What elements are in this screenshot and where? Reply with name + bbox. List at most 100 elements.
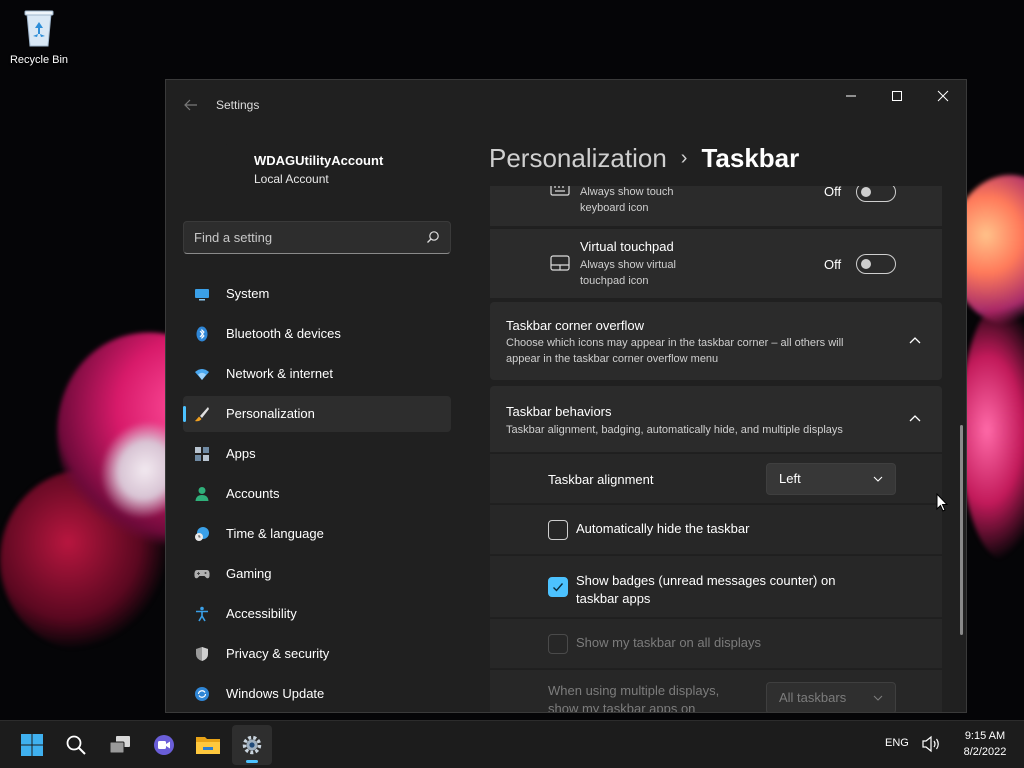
person-icon (195, 487, 209, 501)
recycle-bin-icon (24, 10, 54, 47)
language-indicator[interactable]: ENG (885, 737, 909, 749)
chat-button[interactable] (144, 725, 184, 765)
folder-icon (196, 737, 220, 754)
sidebar-item-time-language[interactable]: Time & language (183, 516, 451, 552)
sidebar-item-label: Privacy & security (226, 646, 330, 661)
arrow-left-icon (184, 99, 197, 111)
sidebar-item-accounts[interactable]: Accounts (183, 476, 451, 512)
taskbar-search-button[interactable] (56, 725, 96, 765)
clock-time: 9:15 AM (964, 730, 1006, 742)
close-button[interactable] (920, 80, 966, 112)
start-button[interactable] (12, 725, 52, 765)
search-box[interactable] (183, 221, 451, 254)
chevron-up-icon[interactable] (908, 334, 922, 348)
multi-display-label: When using multiple displays, show my ta… (548, 683, 720, 713)
sidebar-item-label: Time & language (226, 526, 324, 541)
sidebar-item-label: Windows Update (226, 686, 325, 701)
sidebar-nav: System Bluetooth & devices Network & int… (183, 276, 451, 712)
sidebar-item-privacy[interactable]: Privacy & security (183, 636, 451, 672)
all-displays-checkbox[interactable] (548, 634, 568, 654)
gear-icon (242, 735, 262, 755)
taskbar-behaviors-desc: Taskbar alignment, badging, automaticall… (506, 424, 843, 436)
settings-taskbar-button[interactable] (232, 725, 272, 765)
page-title: Taskbar (701, 142, 800, 173)
sidebar-item-system[interactable]: System (183, 276, 451, 312)
account-profile[interactable]: WDAGUtilityAccount Local Account (182, 142, 452, 206)
sidebar-item-label: Personalization (226, 406, 315, 421)
account-name: WDAGUtilityAccount (254, 153, 384, 168)
file-explorer-button[interactable] (188, 725, 228, 765)
desktop-icon-label: Recycle Bin (9, 54, 69, 66)
taskbar: ENG 9:15 AM 8/2/2022 (0, 720, 1024, 768)
search-icon (66, 735, 86, 755)
apps-icon (195, 447, 209, 461)
chevron-down-icon (873, 476, 883, 482)
auto-hide-row: Automatically hide the taskbar (490, 504, 942, 554)
virtual-touchpad-desc: Always show virtual touchpad icon (580, 259, 676, 287)
virtual-touchpad-title: Virtual touchpad (580, 239, 674, 254)
checkmark-icon (553, 583, 564, 592)
touch-keyboard-toggle[interactable] (856, 186, 896, 202)
maximize-button[interactable] (874, 80, 920, 112)
corner-overflow-desc: Choose which icons may appear in the tas… (506, 337, 844, 365)
touch-keyboard-desc: Always show touch keyboard icon (580, 186, 674, 214)
auto-hide-checkbox[interactable] (548, 520, 568, 540)
touch-keyboard-row: Always show touch keyboard icon Off (490, 186, 942, 226)
sidebar-item-accessibility[interactable]: Accessibility (183, 596, 451, 632)
volume-icon[interactable] (921, 735, 941, 753)
bluetooth-icon (196, 326, 208, 342)
corner-overflow-title: Taskbar corner overflow (506, 318, 644, 333)
sidebar-item-apps[interactable]: Apps (183, 436, 451, 472)
back-button[interactable] (180, 94, 202, 116)
window-title: Settings (216, 98, 260, 112)
taskbar-alignment-dropdown[interactable]: Left (766, 463, 896, 495)
touch-keyboard-state: Off (824, 186, 842, 199)
taskbar-behaviors-section[interactable]: Taskbar behaviors Taskbar alignment, bad… (490, 386, 942, 452)
taskbar-behaviors-title: Taskbar behaviors (506, 404, 612, 419)
minimize-button[interactable] (828, 80, 874, 112)
paintbrush-icon (195, 407, 209, 422)
taskbar-alignment-value: Left (779, 471, 801, 486)
account-type: Local Account (254, 172, 329, 186)
chat-icon (154, 735, 174, 755)
all-displays-row: Show my taskbar on all displays (490, 618, 942, 668)
badges-row: Show badges (unread messages counter) on… (490, 555, 942, 617)
scrollbar[interactable] (960, 425, 963, 635)
sidebar-item-label: Accessibility (226, 606, 297, 621)
badges-label[interactable]: Show badges (unread messages counter) on… (576, 572, 835, 608)
search-icon[interactable] (426, 230, 440, 244)
corner-overflow-section[interactable]: Taskbar corner overflow Choose which ico… (490, 302, 942, 380)
keyboard-icon (550, 186, 570, 196)
sidebar-item-windows-update[interactable]: Windows Update (183, 676, 451, 712)
search-input[interactable] (184, 222, 424, 253)
monitor-icon (195, 289, 209, 301)
sidebar-item-gaming[interactable]: Gaming (183, 556, 451, 592)
sidebar-item-bluetooth[interactable]: Bluetooth & devices (183, 316, 451, 352)
wifi-icon (195, 369, 209, 380)
accessibility-icon (196, 606, 208, 622)
touchpad-icon (550, 255, 570, 271)
badges-checkbox[interactable] (548, 577, 568, 597)
taskbar-alignment-label: Taskbar alignment (548, 472, 654, 487)
task-view-button[interactable] (100, 725, 140, 765)
virtual-touchpad-toggle[interactable] (856, 254, 896, 274)
gamepad-icon (194, 570, 210, 579)
chevron-down-icon (873, 695, 883, 701)
clock[interactable]: 9:15 AM 8/2/2022 (950, 728, 1020, 760)
sidebar-item-label: System (226, 286, 270, 301)
desktop-icon-recycle-bin[interactable]: Recycle Bin (4, 6, 74, 66)
sidebar-item-network[interactable]: Network & internet (183, 356, 451, 392)
minimize-icon (846, 95, 856, 97)
breadcrumb-parent[interactable]: Personalization (489, 143, 667, 174)
title-bar[interactable]: Settings (166, 80, 966, 128)
multi-display-row: When using multiple displays, show my ta… (490, 669, 942, 713)
multi-display-dropdown[interactable]: All taskbars (766, 682, 896, 712)
multi-display-value: All taskbars (779, 690, 847, 705)
sidebar-item-label: Gaming (226, 566, 272, 581)
sidebar-item-label: Bluetooth & devices (226, 326, 341, 341)
sidebar-item-personalization[interactable]: Personalization (183, 396, 451, 432)
auto-hide-label[interactable]: Automatically hide the taskbar (576, 520, 749, 538)
update-icon (195, 687, 209, 701)
chevron-up-icon[interactable] (908, 412, 922, 426)
breadcrumb-separator: › (680, 146, 688, 169)
